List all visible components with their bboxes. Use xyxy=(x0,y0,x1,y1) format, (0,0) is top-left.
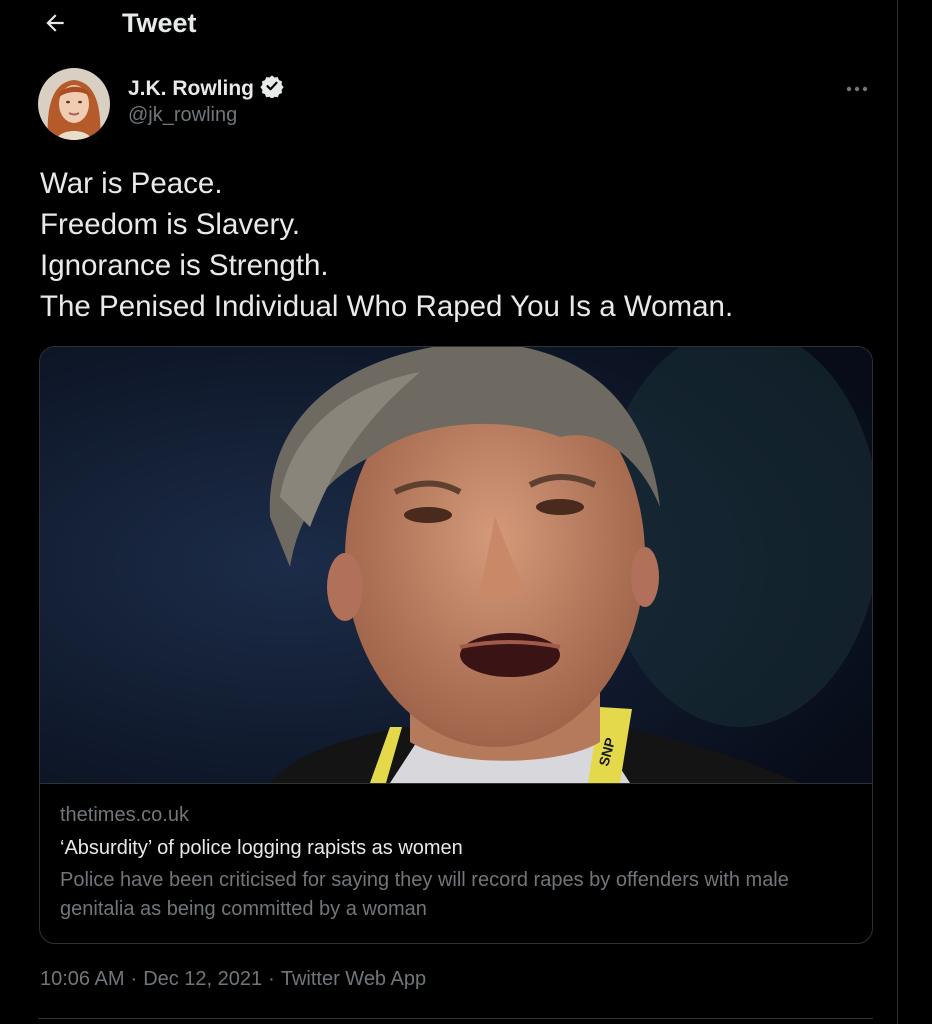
tweet-date[interactable]: Dec 12, 2021 xyxy=(143,968,262,990)
author-name-text: J.K. Rowling xyxy=(128,77,254,100)
tweet-meta: 10:06 AM · Dec 12, 2021 · Twitter Web App xyxy=(40,968,426,991)
page-title: Tweet xyxy=(122,8,197,38)
meta-separator: · xyxy=(268,968,275,990)
tweet-line: The Penised Individual Who Raped You Is … xyxy=(40,290,734,323)
card-domain: thetimes.co.uk xyxy=(60,804,189,826)
divider xyxy=(38,1018,873,1019)
tweet-text: War is Peace. Freedom is Slavery. Ignora… xyxy=(40,163,880,327)
tweet-page: Tweet J.K. Rowling @jk_rowling War is Pe… xyxy=(0,0,932,1024)
tweet-line: Freedom is Slavery. xyxy=(40,208,301,241)
link-card[interactable]: SNP thetimes.co.uk ‘Absurdity’ of police… xyxy=(39,346,873,944)
tweet-time[interactable]: 10:06 AM xyxy=(40,968,125,990)
column-divider xyxy=(897,0,898,1024)
card-image: SNP xyxy=(40,347,872,783)
arrow-left-icon xyxy=(42,10,68,41)
more-dots-icon xyxy=(845,80,869,98)
tweet-source[interactable]: Twitter Web App xyxy=(281,968,426,990)
verified-badge-icon xyxy=(260,74,284,104)
back-button[interactable] xyxy=(38,8,72,42)
meta-separator: · xyxy=(130,968,138,990)
tweet-header: Tweet xyxy=(0,0,897,50)
more-button[interactable] xyxy=(842,74,872,104)
tweet-author: J.K. Rowling @jk_rowling xyxy=(38,68,878,140)
tweet-line: Ignorance is Strength. xyxy=(40,249,329,282)
tweet-line: War is Peace. xyxy=(40,167,223,200)
author-name[interactable]: J.K. Rowling xyxy=(128,74,284,104)
card-title: ‘Absurdity’ of police logging rapists as… xyxy=(60,837,463,859)
card-description: Police have been criticised for saying t… xyxy=(60,869,789,920)
avatar[interactable] xyxy=(38,68,110,140)
card-meta: thetimes.co.uk ‘Absurdity’ of police log… xyxy=(40,783,872,943)
author-handle[interactable]: @jk_rowling xyxy=(128,104,237,127)
